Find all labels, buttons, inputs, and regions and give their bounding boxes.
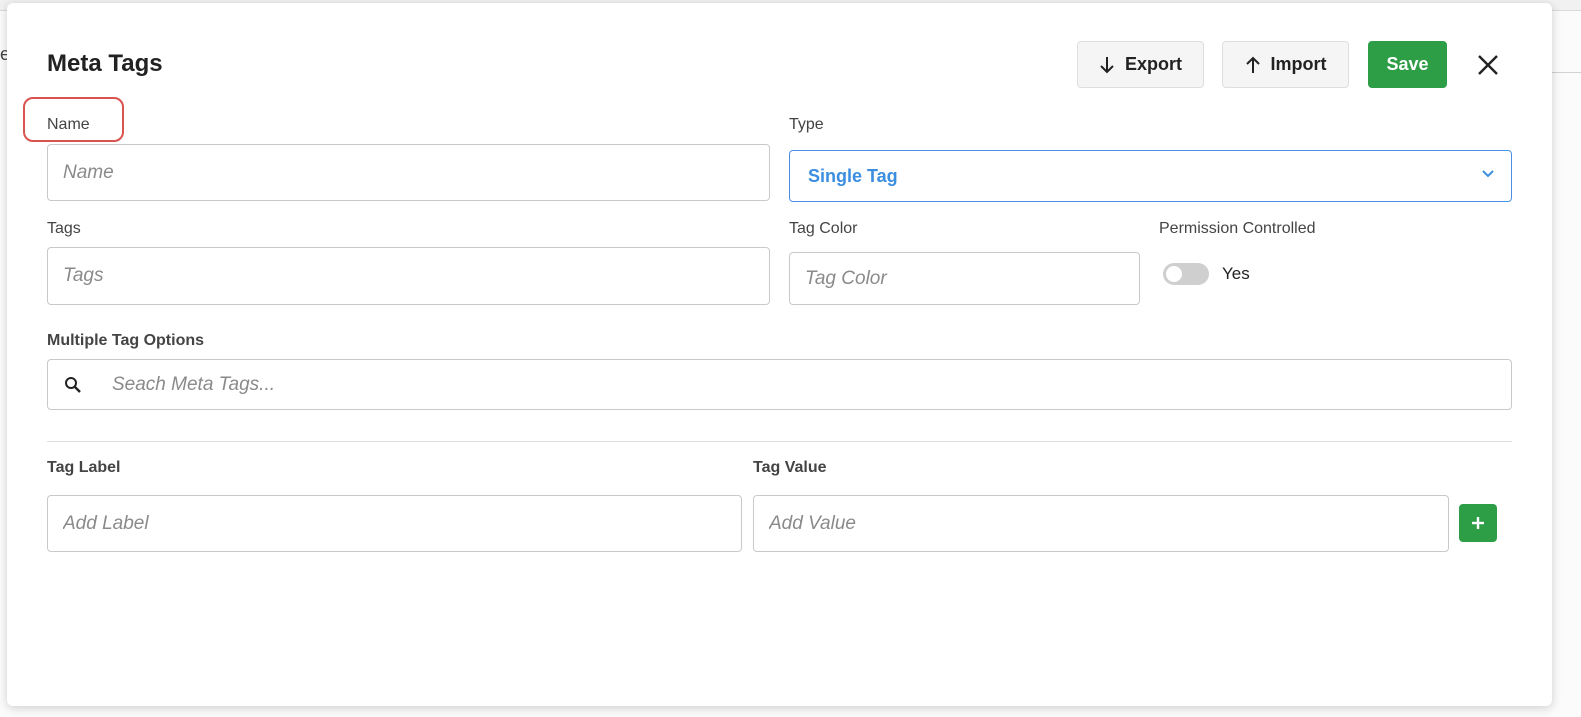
search-input[interactable] [106, 361, 1508, 408]
permission-toggle[interactable] [1163, 263, 1209, 285]
tags-input[interactable] [47, 247, 770, 305]
tags-label: Tags [47, 220, 81, 237]
type-select-value: Single Tag [808, 165, 898, 186]
close-button[interactable] [1475, 52, 1501, 78]
type-label: Type [789, 116, 824, 133]
permission-controlled-label: Permission Controlled [1159, 220, 1316, 237]
background-divider [1552, 72, 1581, 73]
name-label: Name [47, 116, 90, 133]
tag-label-input[interactable] [47, 495, 742, 552]
type-select[interactable]: Single Tag [789, 150, 1512, 202]
close-icon [1478, 55, 1498, 75]
chevron-down-icon [1482, 170, 1494, 178]
toggle-knob [1166, 266, 1182, 282]
tag-value-label: Tag Value [753, 459, 827, 476]
tag-color-input[interactable] [789, 252, 1140, 305]
export-button-label: Export [1124, 54, 1182, 74]
export-button[interactable]: Export [1077, 41, 1204, 88]
save-button[interactable]: Save [1368, 41, 1447, 88]
name-input[interactable] [47, 144, 770, 201]
plus-icon [1472, 517, 1484, 529]
section-divider [47, 441, 1512, 442]
arrow-up-icon [1245, 56, 1260, 73]
add-tag-option-button[interactable] [1459, 504, 1497, 542]
tag-color-label: Tag Color [789, 220, 858, 237]
multiple-tag-options-label: Multiple Tag Options [47, 332, 205, 349]
search-icon [65, 377, 81, 393]
meta-tags-search [47, 359, 1512, 410]
import-button[interactable]: Import [1222, 41, 1349, 88]
meta-tags-modal: Meta Tags Export Import Save Name Type S… [7, 3, 1552, 706]
modal-title: Meta Tags [47, 50, 163, 77]
permission-toggle-text: Yes [1222, 264, 1250, 283]
import-button-label: Import [1270, 54, 1327, 74]
arrow-down-icon [1100, 56, 1114, 73]
tag-value-input[interactable] [753, 495, 1449, 552]
tag-label-label: Tag Label [47, 459, 121, 476]
